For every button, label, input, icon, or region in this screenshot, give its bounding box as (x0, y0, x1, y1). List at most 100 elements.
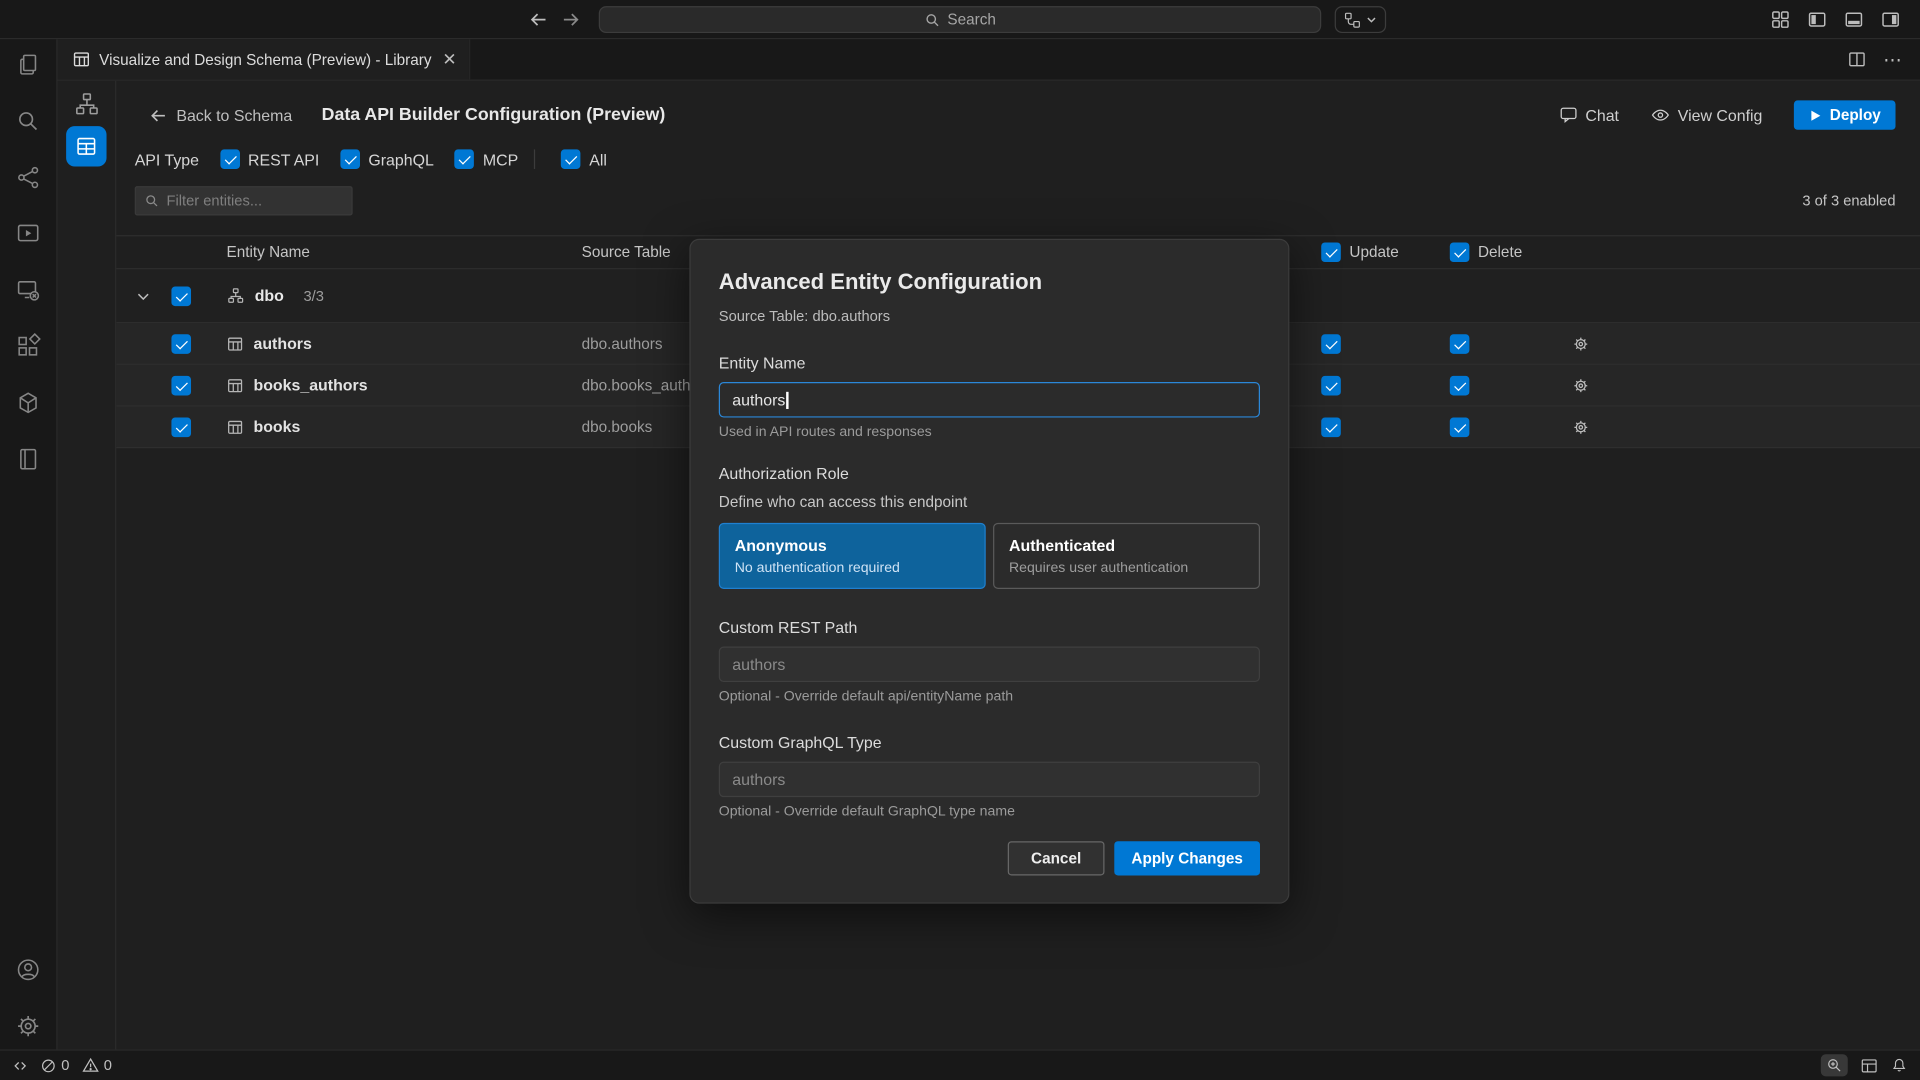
history-forward-icon[interactable] (561, 10, 581, 30)
entity-name-header: Entity Name (227, 244, 310, 261)
dbo-group-checkbox[interactable] (171, 286, 191, 306)
delete-checkbox[interactable] (1450, 375, 1470, 395)
designer-tool-strip (58, 81, 117, 1050)
update-header: Update (1349, 244, 1398, 261)
update-checkbox[interactable] (1321, 417, 1341, 437)
role-title: Authenticated (1009, 536, 1244, 554)
role-option-anonymous[interactable]: Anonymous No authentication required (719, 523, 986, 589)
toggle-secondary-sidebar-icon[interactable] (1881, 10, 1901, 30)
chat-button[interactable]: Chat (1558, 105, 1619, 125)
view-config-button[interactable]: View Config (1651, 105, 1763, 125)
row-checkbox[interactable] (171, 375, 191, 395)
error-count: 0 (61, 1057, 69, 1074)
custom-rest-path-label: Custom REST Path (719, 618, 1260, 636)
split-editor-icon[interactable] (1848, 50, 1866, 68)
table-icon (227, 335, 244, 352)
notifications-bell-icon[interactable] (1891, 1057, 1908, 1074)
custom-rest-path-field (719, 647, 1260, 683)
chevron-down-icon[interactable] (135, 287, 152, 304)
deploy-button[interactable]: Deploy (1794, 100, 1895, 129)
play-icon (1809, 108, 1822, 121)
update-all-checkbox[interactable] (1321, 242, 1341, 262)
filter-rest-api[interactable]: REST API (220, 149, 320, 169)
search-icon (144, 193, 159, 208)
update-checkbox[interactable] (1321, 334, 1341, 354)
authorization-role-description: Define who can access this endpoint (719, 493, 1260, 510)
editor-more-actions-icon[interactable]: ⋯ (1883, 48, 1903, 70)
mcp-checkbox[interactable] (455, 149, 475, 169)
api-type-filter-row: API Type REST API GraphQL MCP (116, 140, 1920, 179)
row-checkbox[interactable] (171, 417, 191, 437)
customize-layout-icon[interactable] (1771, 10, 1791, 30)
schema-diagram-icon[interactable] (73, 91, 100, 118)
vscode-window: Search (0, 0, 1920, 1080)
problems-errors[interactable]: 0 (40, 1057, 69, 1074)
filter-mcp[interactable]: MCP (455, 149, 519, 169)
cancel-button[interactable]: Cancel (1008, 841, 1105, 875)
tab-schema-designer[interactable]: Visualize and Design Schema (Preview) - … (58, 39, 471, 79)
apply-changes-button[interactable]: Apply Changes (1114, 841, 1260, 875)
search-icon (924, 12, 940, 28)
role-subtitle: Requires user authentication (1009, 561, 1244, 576)
table-icon (227, 377, 244, 394)
dialog-title: Advanced Entity Configuration (719, 269, 1260, 295)
toggle-panel-icon[interactable] (1844, 10, 1864, 30)
disconnected-server-icon[interactable] (15, 277, 42, 304)
entity-name-input[interactable]: authors (719, 382, 1260, 418)
chevron-down-icon (1365, 13, 1377, 25)
tab-close-icon[interactable]: ✕ (442, 49, 456, 70)
search-sidebar-icon[interactable] (15, 108, 42, 135)
all-checkbox[interactable] (561, 149, 581, 169)
filter-entities-input[interactable] (167, 192, 343, 209)
data-api-builder-tool[interactable] (66, 126, 106, 166)
remote-icon (12, 1057, 28, 1073)
rest-api-checkbox[interactable] (220, 149, 240, 169)
delete-checkbox[interactable] (1450, 417, 1470, 437)
filter-all[interactable]: All (561, 149, 607, 169)
designer-view-icon[interactable] (1860, 1056, 1878, 1074)
run-query-icon[interactable] (15, 220, 42, 247)
database-project-icon[interactable] (15, 389, 42, 416)
filter-entities-field[interactable] (135, 186, 353, 215)
filter-graphql[interactable]: GraphQL (340, 149, 434, 169)
dialog-source-table: Source Table: dbo.authors (719, 307, 1260, 324)
rest-api-label: REST API (248, 150, 319, 168)
layout-flow-control[interactable] (1335, 6, 1386, 33)
role-option-authenticated[interactable]: Authenticated Requires user authenticati… (993, 523, 1260, 589)
enabled-count: 3 of 3 enabled (1802, 192, 1895, 209)
connections-icon[interactable] (15, 164, 42, 191)
text-caret (787, 391, 789, 408)
history-back-icon[interactable] (529, 10, 549, 30)
entity-settings-gear-icon[interactable] (1572, 418, 1589, 435)
mcp-label: MCP (483, 150, 518, 168)
toggle-primary-sidebar-icon[interactable] (1807, 10, 1827, 30)
row-checkbox[interactable] (171, 334, 191, 354)
extensions-icon[interactable] (15, 333, 42, 360)
command-center-search[interactable]: Search (599, 6, 1321, 33)
entity-name: authors (253, 334, 311, 352)
update-checkbox[interactable] (1321, 375, 1341, 395)
deploy-label: Deploy (1830, 107, 1881, 124)
problems-warnings[interactable]: 0 (82, 1057, 112, 1074)
error-icon (40, 1057, 56, 1073)
settings-gear-icon[interactable] (15, 1013, 42, 1040)
notebook-icon[interactable] (15, 446, 42, 473)
entity-settings-gear-icon[interactable] (1572, 335, 1589, 352)
explorer-icon[interactable] (15, 51, 42, 78)
custom-rest-path-input[interactable] (732, 655, 1246, 673)
delete-checkbox[interactable] (1450, 334, 1470, 354)
advanced-entity-configuration-dialog: Advanced Entity Configuration Source Tab… (689, 239, 1289, 904)
back-arrow-icon (149, 106, 167, 124)
account-icon[interactable] (15, 956, 42, 983)
entity-name: books (253, 418, 300, 436)
custom-graphql-type-input[interactable] (732, 770, 1246, 788)
delete-all-checkbox[interactable] (1450, 242, 1470, 262)
schema-icon (227, 287, 245, 305)
warning-count: 0 (104, 1057, 112, 1074)
back-to-schema-link[interactable]: Back to Schema (149, 106, 292, 124)
zoom-in-icon[interactable] (1821, 1054, 1848, 1076)
entity-settings-gear-icon[interactable] (1572, 377, 1589, 394)
graphql-checkbox[interactable] (340, 149, 360, 169)
role-title: Anonymous (735, 536, 970, 554)
remote-indicator[interactable] (12, 1057, 28, 1073)
